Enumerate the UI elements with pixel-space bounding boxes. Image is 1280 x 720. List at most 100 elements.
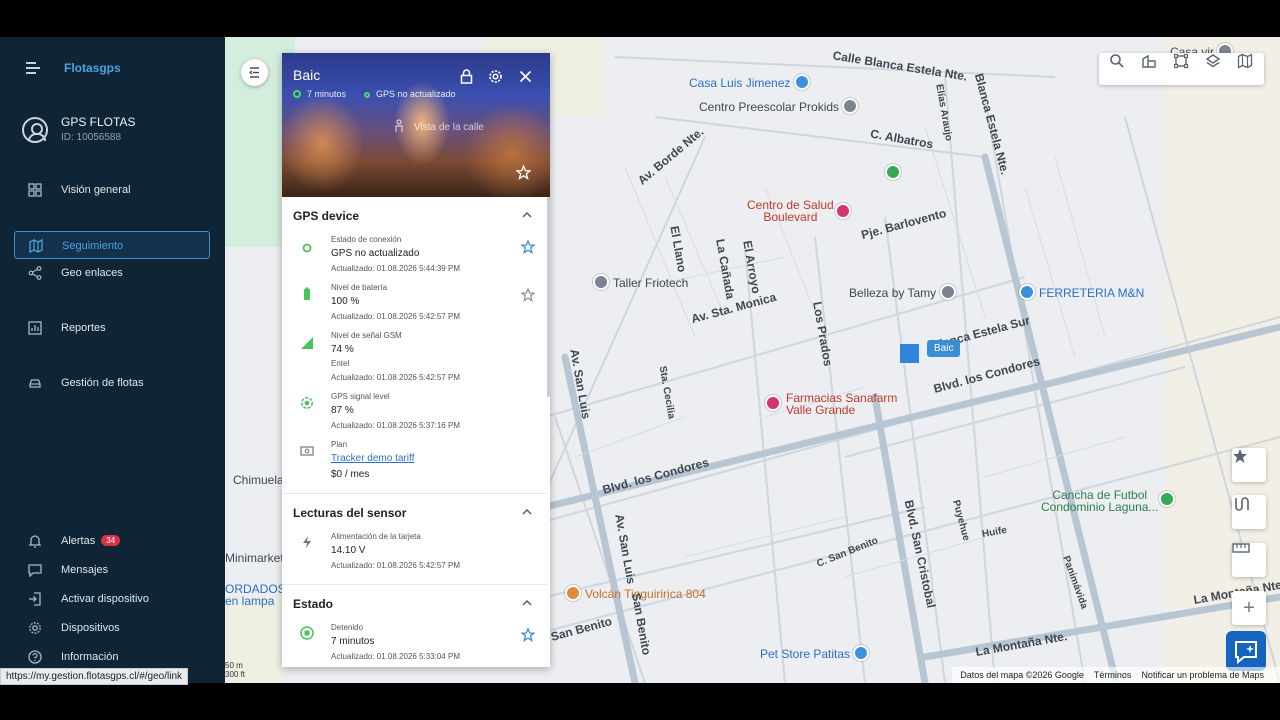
- chevron-up-icon[interactable]: [522, 600, 532, 606]
- street-view-photo[interactable]: Baic 7 minutos GPS no actualizado Vista …: [282, 53, 550, 197]
- ruler-button[interactable]: [1232, 543, 1266, 577]
- chevron-up-icon[interactable]: [522, 509, 532, 515]
- nav-alerts[interactable]: Alertas 34: [14, 527, 210, 555]
- poi-casa-luis[interactable]: Casa Luis Jimenez: [689, 74, 814, 90]
- poi-taller[interactable]: Taller Friotech: [593, 274, 688, 290]
- bell-icon: [28, 535, 42, 548]
- plan-link[interactable]: Tracker demo tariff: [331, 453, 414, 464]
- power-updated: Actualizado: 01.08.2026 5:42:57 PM: [331, 561, 460, 570]
- vehicle-marker[interactable]: [900, 344, 919, 363]
- poi-centro-salud[interactable]: Centro de Salud Boulevard: [747, 199, 834, 223]
- add-favorite-star-icon[interactable]: [516, 165, 531, 180]
- favorites-button[interactable]: [1232, 448, 1266, 482]
- gps-signal-updated: Actualizado: 01.08.2026 5:37:16 PM: [331, 421, 460, 430]
- vehicle-marker-label[interactable]: Baic: [927, 340, 961, 357]
- nav-tracking-label: Seguimiento: [62, 240, 124, 252]
- nav-devices[interactable]: Dispositivos: [14, 614, 210, 642]
- stopped-updated: Actualizado: 01.08.2026 5:33:04 PM: [331, 652, 460, 661]
- layers-icon[interactable]: [1205, 53, 1221, 69]
- nav-info[interactable]: Información: [14, 643, 210, 671]
- nav-fleet-label: Gestión de flotas: [61, 377, 144, 389]
- battery-updated: Actualizado: 01.08.2026 5:42:57 PM: [331, 312, 460, 321]
- poi-belleza[interactable]: Belleza by Tamy: [849, 284, 960, 300]
- map-type-icon[interactable]: [1237, 53, 1253, 69]
- map-data-credit: Datos del mapa ©2026 Google: [960, 670, 1084, 680]
- power-label: Alimentación de la tarjeta: [331, 532, 421, 541]
- buildings-icon[interactable]: [1141, 53, 1157, 69]
- app-screen: Flotasgps GPS FLOTAS ID: 10056588 Visión…: [0, 37, 1280, 683]
- nav-messages[interactable]: Mensajes: [14, 556, 210, 584]
- poi-belleza-label: Belleza by Tamy: [849, 286, 937, 300]
- sidebar: Flotasgps GPS FLOTAS ID: 10056588 Visión…: [0, 37, 225, 683]
- ruler-icon: [1232, 543, 1250, 553]
- street-view-button[interactable]: Vista de la calle: [392, 119, 484, 133]
- nav-activate-label: Activar dispositivo: [61, 593, 150, 605]
- poi-minimarket[interactable]: Minimarket: [225, 551, 284, 565]
- nav-geolinks[interactable]: Geo enlaces: [14, 259, 210, 287]
- nav-geolinks-label: Geo enlaces: [61, 267, 123, 279]
- stopped-label: Detenido: [331, 623, 364, 632]
- poi-petstore-label: Pet Store Patitas: [760, 647, 851, 661]
- battery-value: 100 %: [331, 296, 360, 307]
- restaurant-pin-icon: [565, 585, 581, 601]
- stopped-status-icon: [300, 626, 314, 640]
- gsm-operator: Entel: [331, 359, 350, 368]
- section-gps-device-title[interactable]: GPS device: [293, 209, 359, 223]
- search-icon[interactable]: [1109, 53, 1125, 69]
- connection-status-icon: [302, 243, 312, 253]
- section-sensor-title[interactable]: Lecturas del sensor: [293, 506, 406, 520]
- place-pin-icon: [593, 274, 609, 290]
- poi-ferreteria-label: FERRETERIA M&N: [1039, 286, 1145, 300]
- user-id: ID: 10056588: [61, 132, 122, 143]
- zoom-in-button[interactable]: +: [1232, 591, 1266, 625]
- nav-overview[interactable]: Visión general: [14, 176, 210, 204]
- map-terms-link[interactable]: Términos: [1094, 670, 1132, 683]
- panel-scrollbar[interactable]: [547, 197, 550, 397]
- poi-prokids-label: Centro Preescolar Prokids: [699, 100, 840, 114]
- app-logo: Flotasgps: [64, 61, 121, 75]
- nav-fleet[interactable]: Gestión de flotas: [14, 369, 210, 397]
- lock-icon[interactable]: [459, 69, 474, 84]
- place-pin-icon: [939, 284, 956, 300]
- place-pin-icon: [842, 98, 859, 114]
- nav-tracking[interactable]: Seguimiento: [14, 231, 210, 259]
- gps-dot-icon: [364, 92, 370, 98]
- poi-ferreteria[interactable]: FERRETERIA M&N: [1019, 284, 1144, 300]
- park-pin-icon: [1159, 491, 1175, 507]
- chevron-up-icon[interactable]: [522, 212, 532, 218]
- poi-ordados[interactable]: ORDADOS en lampa: [225, 583, 286, 607]
- route-button[interactable]: [1232, 495, 1266, 529]
- nav-info-label: Información: [61, 651, 119, 663]
- gps-signal-label: GPS signal level: [331, 392, 390, 401]
- lightning-icon: [303, 536, 311, 548]
- chat-support-button[interactable]: [1226, 631, 1266, 671]
- help-icon: [28, 650, 42, 664]
- section-state-title[interactable]: Estado: [293, 597, 333, 611]
- favorite-star-icon[interactable]: [521, 240, 535, 254]
- collapse-menu-icon[interactable]: [26, 61, 42, 75]
- shop-pin-icon: [853, 645, 870, 661]
- geofence-icon[interactable]: [1173, 53, 1189, 69]
- grid-icon: [28, 183, 42, 197]
- poi-casa-luis-label: Casa Luis Jimenez: [689, 76, 791, 90]
- street-view-label: Vista de la calle: [414, 122, 484, 133]
- poi-chimuela[interactable]: Chimuela: [233, 473, 284, 487]
- share-icon: [28, 266, 42, 280]
- nav-overview-label: Visión general: [61, 184, 131, 196]
- chat-sparkle-icon: [1235, 641, 1257, 665]
- favorite-star-icon[interactable]: [521, 288, 535, 302]
- settings-gear-icon[interactable]: [488, 69, 503, 84]
- poi-prokids[interactable]: Centro Preescolar Prokids: [699, 98, 862, 114]
- nav-reports[interactable]: Reportes: [14, 314, 210, 342]
- close-icon[interactable]: [518, 69, 533, 84]
- panel-toggle-button[interactable]: [241, 59, 268, 86]
- map-report-link[interactable]: Notificar un problema de Maps: [1141, 670, 1264, 683]
- plan-label: Plan: [331, 440, 348, 449]
- nav-activate-device[interactable]: Activar dispositivo: [14, 585, 210, 613]
- favorite-star-icon[interactable]: [521, 628, 535, 642]
- money-plan-icon: [300, 446, 314, 456]
- poi-farmacia[interactable]: Farmacias Sanafarm Valle Grande: [786, 392, 897, 416]
- pharmacy-pin-icon: [765, 395, 781, 411]
- poi-petstore[interactable]: Pet Store Patitas: [760, 645, 873, 661]
- poi-cancha[interactable]: Cancha de Futbol Condominio Laguna...: [1041, 489, 1158, 513]
